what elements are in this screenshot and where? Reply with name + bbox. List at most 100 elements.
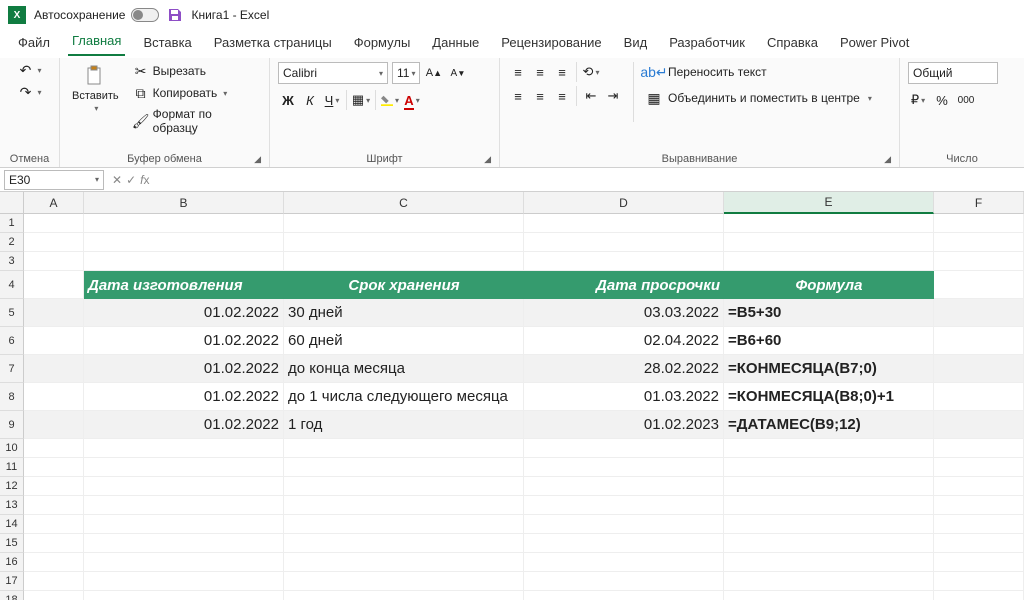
row-header[interactable]: 9 <box>0 411 24 439</box>
select-all-corner[interactable] <box>0 192 24 214</box>
cell[interactable] <box>84 252 284 271</box>
cell[interactable] <box>724 458 934 477</box>
cell[interactable] <box>934 271 1024 299</box>
tab-view[interactable]: Вид <box>620 31 652 56</box>
cell[interactable] <box>24 271 84 299</box>
cell[interactable]: 28.02.2022 <box>524 355 724 383</box>
redo-button[interactable]: ↷▾ <box>17 84 41 100</box>
cell[interactable] <box>24 411 84 439</box>
cell[interactable] <box>724 591 934 600</box>
cell[interactable] <box>84 553 284 572</box>
cell[interactable] <box>524 553 724 572</box>
cell[interactable] <box>84 496 284 515</box>
comma-style-button[interactable]: 000 <box>956 90 976 110</box>
cell[interactable] <box>724 233 934 252</box>
cell[interactable] <box>524 496 724 515</box>
align-bottom-button[interactable]: ≡ <box>552 62 572 82</box>
align-middle-button[interactable]: ≡ <box>530 62 550 82</box>
cell[interactable] <box>24 327 84 355</box>
italic-button[interactable]: К <box>300 90 320 110</box>
tab-data[interactable]: Данные <box>428 31 483 56</box>
cancel-formula-icon[interactable]: ✕ <box>112 173 122 187</box>
cell[interactable]: =КОНМЕСЯЦА(B8;0)+1 <box>724 383 934 411</box>
row-header[interactable]: 10 <box>0 439 24 458</box>
cell[interactable] <box>524 458 724 477</box>
underline-button[interactable]: Ч▾ <box>322 90 342 110</box>
save-icon[interactable] <box>167 7 183 23</box>
dialog-launcher-icon[interactable]: ◢ <box>254 154 261 165</box>
cell[interactable] <box>284 496 524 515</box>
cell[interactable] <box>724 252 934 271</box>
cell[interactable] <box>284 214 524 233</box>
cell[interactable]: 01.02.2022 <box>84 355 284 383</box>
merge-center-button[interactable]: ▦ Объединить и поместить в центре▾ <box>644 88 874 108</box>
currency-button[interactable]: ₽▾ <box>908 90 928 110</box>
tab-help[interactable]: Справка <box>763 31 822 56</box>
undo-button[interactable]: ↶▾ <box>17 62 41 78</box>
cell[interactable] <box>724 534 934 553</box>
cell[interactable] <box>524 515 724 534</box>
tab-home[interactable]: Главная <box>68 29 125 56</box>
cell[interactable] <box>24 233 84 252</box>
column-header[interactable]: F <box>934 192 1024 214</box>
cell[interactable] <box>284 439 524 458</box>
cell[interactable]: Формула <box>724 271 934 299</box>
align-top-button[interactable]: ≡ <box>508 62 528 82</box>
align-right-button[interactable]: ≡ <box>552 86 572 106</box>
cell[interactable] <box>934 233 1024 252</box>
cell[interactable]: 03.03.2022 <box>524 299 724 327</box>
cell[interactable] <box>934 458 1024 477</box>
column-header[interactable]: E <box>724 192 934 214</box>
cell[interactable] <box>284 477 524 496</box>
cell[interactable]: 60 дней <box>284 327 524 355</box>
cell[interactable] <box>84 534 284 553</box>
paste-button[interactable]: Вставить ▾ <box>68 62 123 115</box>
cell[interactable]: Дата просрочки <box>524 271 724 299</box>
cell[interactable] <box>934 252 1024 271</box>
cell[interactable] <box>24 252 84 271</box>
cell[interactable]: 01.02.2022 <box>84 327 284 355</box>
cell[interactable] <box>24 496 84 515</box>
cell[interactable]: до 1 числа следующего месяца <box>284 383 524 411</box>
align-center-button[interactable]: ≡ <box>530 86 550 106</box>
cell[interactable] <box>24 355 84 383</box>
cell[interactable]: =КОНМЕСЯЦА(B7;0) <box>724 355 934 383</box>
cell[interactable] <box>934 534 1024 553</box>
cell[interactable] <box>84 458 284 477</box>
cell[interactable] <box>84 214 284 233</box>
cell[interactable] <box>284 591 524 600</box>
formula-input[interactable] <box>153 170 1024 190</box>
cell[interactable] <box>934 383 1024 411</box>
number-format-combo[interactable]: Общий <box>908 62 998 84</box>
dialog-launcher-icon[interactable]: ◢ <box>884 154 891 165</box>
align-left-button[interactable]: ≡ <box>508 86 528 106</box>
cell[interactable] <box>284 553 524 572</box>
cell[interactable] <box>724 515 934 534</box>
cell[interactable] <box>84 572 284 591</box>
cell[interactable] <box>524 477 724 496</box>
cell[interactable]: =ДАТАМЕС(B9;12) <box>724 411 934 439</box>
cell[interactable] <box>284 534 524 553</box>
tab-file[interactable]: Файл <box>14 31 54 56</box>
format-painter-button[interactable]: 🖌 Формат по образцу <box>131 106 261 136</box>
row-header[interactable]: 12 <box>0 477 24 496</box>
fill-color-button[interactable]: ▾ <box>380 90 400 110</box>
cell[interactable] <box>84 515 284 534</box>
row-header[interactable]: 13 <box>0 496 24 515</box>
cell[interactable] <box>934 439 1024 458</box>
cell[interactable] <box>934 591 1024 600</box>
autosave-toggle[interactable]: Автосохранение <box>34 8 159 22</box>
cell[interactable] <box>24 439 84 458</box>
row-header[interactable]: 11 <box>0 458 24 477</box>
cell[interactable]: до конца месяца <box>284 355 524 383</box>
cell[interactable] <box>84 439 284 458</box>
column-header[interactable]: A <box>24 192 84 214</box>
cell[interactable] <box>524 439 724 458</box>
cell[interactable] <box>84 477 284 496</box>
tab-powerpivot[interactable]: Power Pivot <box>836 31 913 56</box>
wrap-text-button[interactable]: ab↵ Переносить текст <box>644 62 874 82</box>
name-box[interactable]: E30 ▾ <box>4 170 104 190</box>
cell[interactable] <box>24 591 84 600</box>
orientation-button[interactable]: ⟲▾ <box>581 62 601 82</box>
tab-review[interactable]: Рецензирование <box>497 31 605 56</box>
